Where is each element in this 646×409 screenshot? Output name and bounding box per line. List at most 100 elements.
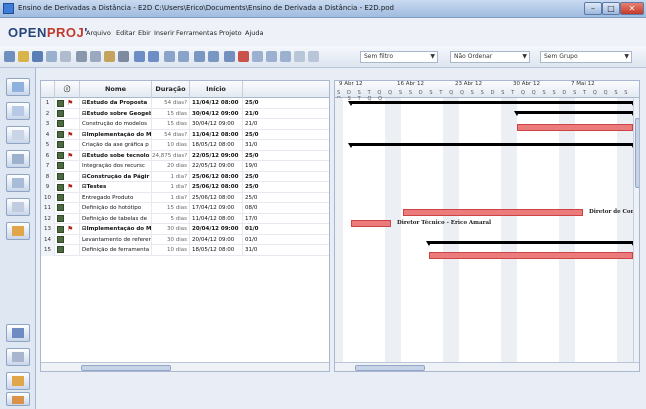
task-name[interactable]: Construção do modelos [80, 119, 152, 130]
summary-bar-1[interactable] [348, 101, 636, 106]
task-usage-icon[interactable] [6, 372, 30, 390]
task-finish[interactable]: 25/0 [243, 151, 329, 162]
gantt-view-icon[interactable] [6, 78, 30, 96]
task-start[interactable]: 25/06/12 08:00 [190, 182, 243, 193]
task-start[interactable]: 18/05/12 08:00 [190, 245, 243, 256]
menu-ferramentas[interactable]: Ferramentas [176, 29, 217, 37]
task-finish[interactable]: 21/0 [243, 119, 329, 130]
table-row[interactable]: 13 ⚑ ⊟Implementação do Mo 30 dias 20/04/12 0… [41, 224, 329, 235]
task-name[interactable]: Entregado Produto [80, 192, 152, 203]
histogram-view-icon[interactable] [6, 324, 30, 342]
task-finish[interactable]: 31/0 [243, 140, 329, 151]
wbs-view-icon[interactable] [6, 150, 30, 168]
task-duration[interactable]: 1 dia? [152, 171, 190, 182]
table-row[interactable]: 5 Criação da ase gráfica p 10 dias 18/05/12… [41, 140, 329, 151]
table-row[interactable]: 7 Integração dos recursc 20 dias 22/05/12 0… [41, 161, 329, 172]
summary-bar-4[interactable] [348, 143, 636, 148]
scroll-thumb[interactable] [81, 365, 171, 371]
format-painter-icon[interactable] [118, 51, 129, 62]
window-titlebar[interactable]: Ensino de Derivadas a Distância - E2D C:… [0, 0, 646, 18]
table-row[interactable]: 2 ⊟Estudo sobre Geogeb 15 dias 30/04/12 09:… [41, 108, 329, 120]
col-header-fim[interactable] [243, 81, 329, 98]
task-start[interactable]: 30/04/12 09:00 [190, 108, 243, 119]
task-finish[interactable]: 25/0 [243, 182, 329, 193]
col-header-indicators[interactable]: ⓘ [55, 81, 80, 98]
task-duration[interactable]: 20 dias [152, 161, 190, 172]
table-row[interactable]: 12 Definição de tabelas de 5 dias 11/04/12 … [41, 213, 329, 224]
table-row[interactable]: 8 ⊟Construção da Págir 1 dia? 25/06/12 08:0… [41, 171, 329, 182]
task-duration[interactable]: 15 dias [152, 203, 190, 214]
copy-icon[interactable] [90, 51, 101, 62]
new-icon[interactable] [4, 51, 15, 62]
menu-exibir[interactable]: Ebir [138, 29, 151, 37]
task-name[interactable]: Definição de ferramenta [80, 245, 152, 256]
scroll-thumb[interactable] [355, 365, 425, 371]
gantt-vscrollbar[interactable] [633, 98, 639, 363]
scroll-right-icon[interactable] [308, 51, 319, 62]
task-start[interactable]: 25/06/12 08:00 [190, 171, 243, 182]
menu-ajuda[interactable]: Ajuda [245, 29, 263, 37]
task-duration[interactable]: 54 dias? [152, 98, 190, 109]
task-name[interactable]: ⊟Testes [80, 182, 152, 193]
task-info-icon[interactable] [224, 51, 235, 62]
task-name[interactable]: Integração dos recursc [80, 161, 152, 172]
task-finish[interactable]: 31/0 [243, 245, 329, 256]
summary-bar-13[interactable] [426, 241, 636, 246]
task-bar-14[interactable] [429, 252, 633, 259]
task-duration[interactable]: 1 dia? [152, 192, 190, 203]
resources-view-icon[interactable] [6, 126, 30, 144]
task-finish[interactable]: 21/0 [243, 109, 329, 120]
table-row[interactable]: 14 Levantamento de referer 30 dias 20/04/12… [41, 234, 329, 246]
table-row[interactable]: 6 ⚑ ⊟Estudo sobe tecnolo 24,875 dias? 22/05/… [41, 150, 329, 162]
task-start[interactable]: 20/04/12 09:00 [190, 224, 243, 235]
charts-view-icon[interactable] [6, 348, 30, 366]
unlink-icon[interactable] [178, 51, 189, 62]
task-start[interactable]: 17/04/12 09:00 [190, 203, 243, 214]
task-name[interactable]: Definição de tabelas de [80, 213, 152, 224]
minimize-button[interactable]: – [584, 2, 602, 15]
task-start[interactable]: 11/04/12 08:00 [190, 98, 243, 109]
task-start[interactable]: 20/04/12 09:00 [190, 234, 243, 245]
calendar-icon[interactable] [238, 51, 249, 62]
open-icon[interactable] [18, 51, 29, 62]
table-row[interactable]: 3 Construção do modelos 15 dias 30/04/12 09… [41, 119, 329, 130]
task-duration[interactable]: 10 dias [152, 140, 190, 151]
table-row[interactable]: 15 Definição de ferramenta 10 dias 18/05/12… [41, 245, 329, 256]
table-row[interactable]: 9 ⚑ ⊟Testes 1 dia? 25/06/12 08:00 25/0 [41, 182, 329, 193]
scroll-to-task-icon[interactable] [280, 51, 291, 62]
scroll-left-icon[interactable] [294, 51, 305, 62]
task-name[interactable]: Definição do hotótipo [80, 203, 152, 214]
task-name[interactable]: ⊟Implementação do Mo [80, 224, 152, 235]
table-row[interactable]: 10 Entregado Produto 1 dia? 25/06/12 08:00 2… [41, 192, 329, 203]
col-header-nome[interactable]: Nome [80, 81, 152, 98]
task-start[interactable]: 18/05/12 08:00 [190, 140, 243, 151]
link-icon[interactable] [164, 51, 175, 62]
menu-editar[interactable]: Editar [116, 29, 135, 37]
table-row[interactable]: 1 ⚑ ⊟Estudo da Proposta 54 dias? 11/04/12 08… [41, 98, 329, 109]
task-name[interactable]: ⊟Construção da Págir [80, 171, 152, 182]
table-row[interactable]: 4 ⚑ ⊟Implementação do Mo 54 dias? 11/04/12 0… [41, 129, 329, 141]
zoom-in-icon[interactable] [252, 51, 263, 62]
task-start[interactable]: 11/04/12 08:00 [190, 129, 243, 140]
projects-view-icon[interactable] [6, 198, 30, 216]
zoom-out-icon[interactable] [266, 51, 277, 62]
task-duration[interactable]: 54 dias? [152, 129, 190, 140]
task-finish[interactable]: 19/0 [243, 161, 329, 172]
task-start[interactable]: 11/04/12 08:00 [190, 213, 243, 224]
paste-icon[interactable] [104, 51, 115, 62]
task-bar-11[interactable] [403, 209, 583, 216]
task-finish[interactable]: 01/0 [243, 235, 329, 246]
col-header-num[interactable] [41, 81, 55, 98]
print-preview-icon[interactable] [60, 51, 71, 62]
task-finish[interactable]: 08/0 [243, 203, 329, 214]
col-header-duracao[interactable]: Duração [152, 81, 190, 98]
filter-select[interactable]: Sem filtro ▼ [360, 51, 438, 63]
task-finish[interactable]: 25/0 [243, 130, 329, 141]
cut-icon[interactable] [76, 51, 87, 62]
task-start[interactable]: 22/05/12 09:00 [190, 161, 243, 172]
task-bar-3[interactable] [517, 124, 633, 131]
indent-icon[interactable] [194, 51, 205, 62]
summary-bar-2[interactable] [514, 111, 636, 116]
task-name[interactable]: Levantamento de referer [80, 234, 152, 245]
task-duration[interactable]: 5 dias [152, 213, 190, 224]
